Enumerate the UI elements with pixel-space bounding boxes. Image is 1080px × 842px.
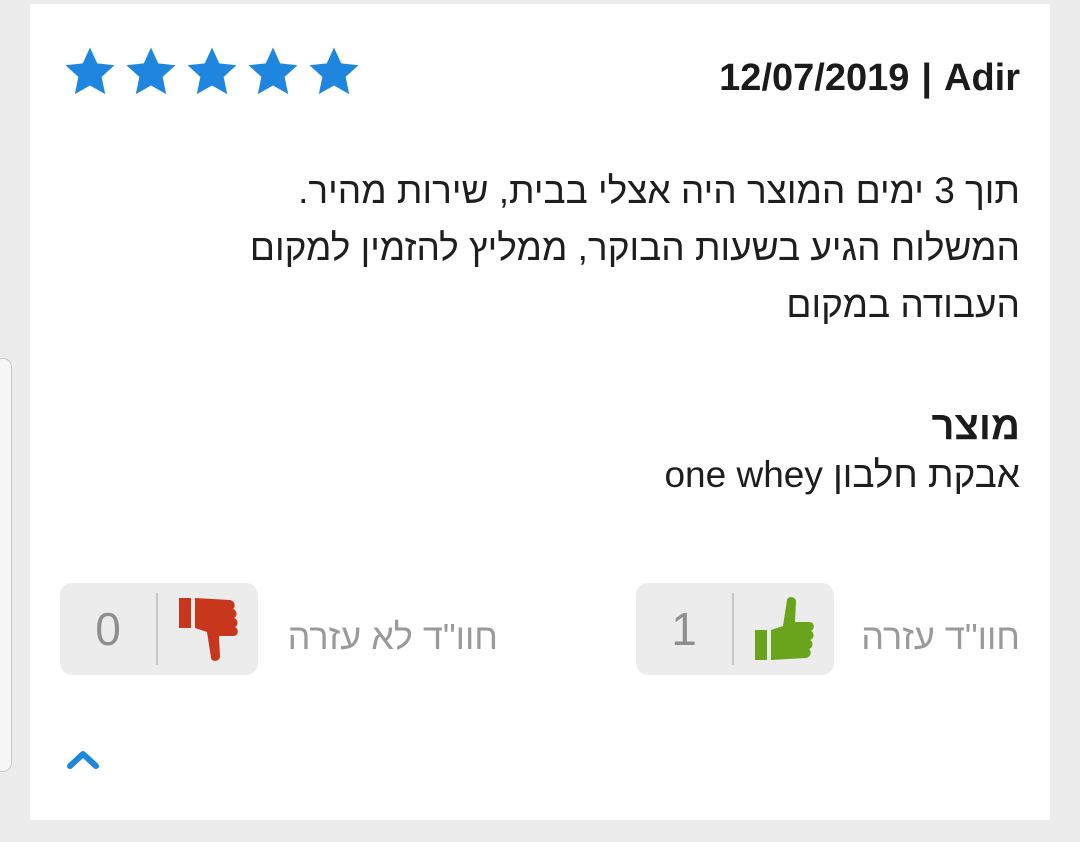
review-meta: 12/07/2019 | Adir — [719, 57, 1020, 100]
product-name: אבקת חלבון one whey — [664, 454, 1020, 495]
helpful-vote-button[interactable]: 1 — [636, 583, 834, 675]
side-scroll-handle[interactable] — [0, 358, 12, 772]
not-helpful-vote-button[interactable]: 0 — [60, 583, 258, 675]
meta-separator: | — [921, 57, 932, 99]
review-line: תוך 3 ימים המוצר היה אצלי בבית, שירות מה… — [298, 170, 1020, 211]
star-icon — [184, 44, 240, 100]
review-date: 12/07/2019 — [719, 57, 910, 99]
helpful-count: 1 — [671, 603, 697, 655]
star-icon — [62, 44, 118, 100]
star-icon — [123, 44, 179, 100]
helpful-label: חוו"ד עזרה — [861, 616, 1020, 657]
star-icon — [245, 44, 301, 100]
review-body: תוך 3 ימים המוצר היה אצלי בבית, שירות מה… — [120, 162, 1020, 333]
review-line: המשלוח הגיע בשעות הבוקר, ממליץ להזמין למ… — [249, 227, 1020, 268]
thumbs-up-icon — [734, 596, 834, 662]
rating-stars — [62, 44, 362, 100]
review-line: העבודה במקום — [786, 284, 1020, 325]
not-helpful-label: חוו"ד לא עזרה — [287, 616, 498, 657]
review-card: 12/07/2019 | Adir תוך 3 ימים המוצר היה אצל… — [30, 4, 1050, 820]
not-helpful-count: 0 — [95, 603, 121, 655]
chevron-up-icon[interactable] — [66, 748, 100, 775]
product-heading: מוצר — [931, 404, 1020, 448]
review-author: Adir — [944, 57, 1020, 99]
star-icon — [306, 44, 362, 100]
thumbs-down-icon — [158, 596, 258, 662]
